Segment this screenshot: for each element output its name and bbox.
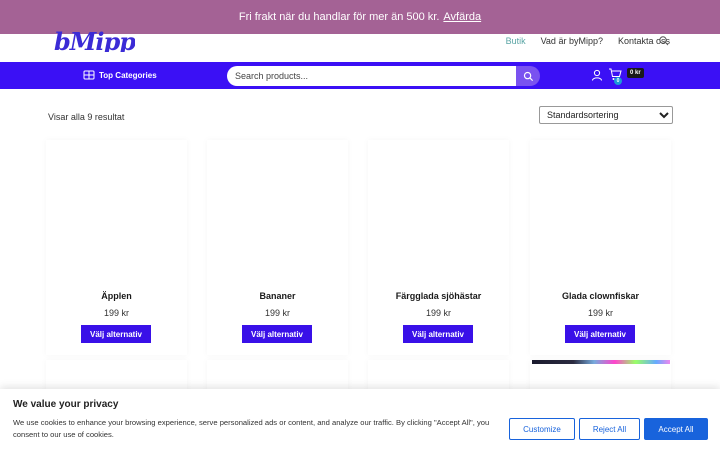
top-categories-label: Top Categories — [99, 70, 157, 80]
store-notice-text: Fri frakt när du handlar för mer än 500 … — [238, 11, 440, 23]
sort-select[interactable]: Standardsortering — [539, 106, 673, 124]
top-categories-button[interactable]: Top Categories — [83, 69, 157, 81]
product-card[interactable]: Färgglada sjöhästar 199 kr Välj alternat… — [368, 140, 509, 355]
customize-button[interactable]: Customize — [509, 418, 575, 440]
select-options-button[interactable]: Välj alternativ — [81, 325, 151, 343]
cart-total-badge: 0 kr — [627, 68, 644, 78]
cart-count-badge: 0 — [614, 77, 622, 85]
product-price: 199 kr — [425, 308, 451, 318]
cookie-title: We value your privacy — [13, 399, 119, 410]
product-name[interactable]: Färgglada sjöhästar — [368, 291, 509, 301]
select-options-button[interactable]: Välj alternativ — [565, 325, 635, 343]
user-icon[interactable] — [591, 69, 603, 81]
nav-item-about[interactable]: Vad är byMipp? — [541, 36, 603, 46]
site-logo[interactable]: bMipp — [54, 30, 135, 52]
result-count: Visar alla 9 resultat — [48, 112, 125, 122]
product-card[interactable]: Äpplen 199 kr Välj alternativ — [46, 140, 187, 355]
product-price: 199 kr — [264, 308, 290, 318]
grid-icon — [83, 70, 95, 80]
cookie-consent-banner: We value your privacy We use cookies to … — [0, 389, 720, 450]
search-icon — [523, 71, 533, 81]
product-card[interactable]: Glada clownfiskar 199 kr Välj alternativ — [530, 140, 671, 355]
reject-all-button[interactable]: Reject All — [579, 418, 640, 440]
product-name[interactable]: Glada clownfiskar — [530, 291, 671, 301]
product-search-input[interactable] — [227, 66, 516, 86]
product-name[interactable]: Äpplen — [46, 291, 187, 301]
category-search-bar: Top Categories 0 0 kr — [0, 62, 720, 89]
product-price: 199 kr — [587, 308, 613, 318]
product-card[interactable]: Bananer 199 kr Välj alternativ — [207, 140, 348, 355]
accept-all-button[interactable]: Accept All — [644, 418, 708, 440]
site-header: bMipp Butik Vad är byMipp? Kontakta oss — [0, 30, 720, 62]
product-image[interactable] — [532, 360, 670, 364]
cart-button[interactable]: 0 — [608, 68, 622, 86]
dismiss-notice-link[interactable]: Avfärda — [443, 11, 481, 23]
product-name[interactable]: Bananer — [207, 291, 348, 301]
product-search-button[interactable] — [516, 66, 540, 86]
select-options-button[interactable]: Välj alternativ — [403, 325, 473, 343]
cookie-text: We use cookies to enhance your browsing … — [13, 418, 490, 439]
store-notice-bar: Fri frakt när du handlar för mer än 500 … — [0, 0, 720, 34]
main-nav: Butik Vad är byMipp? Kontakta oss — [506, 34, 670, 48]
product-search — [227, 66, 540, 86]
search-icon[interactable] — [658, 35, 670, 47]
select-options-button[interactable]: Välj alternativ — [242, 325, 312, 343]
nav-item-butik[interactable]: Butik — [506, 36, 526, 46]
product-price: 199 kr — [103, 308, 129, 318]
